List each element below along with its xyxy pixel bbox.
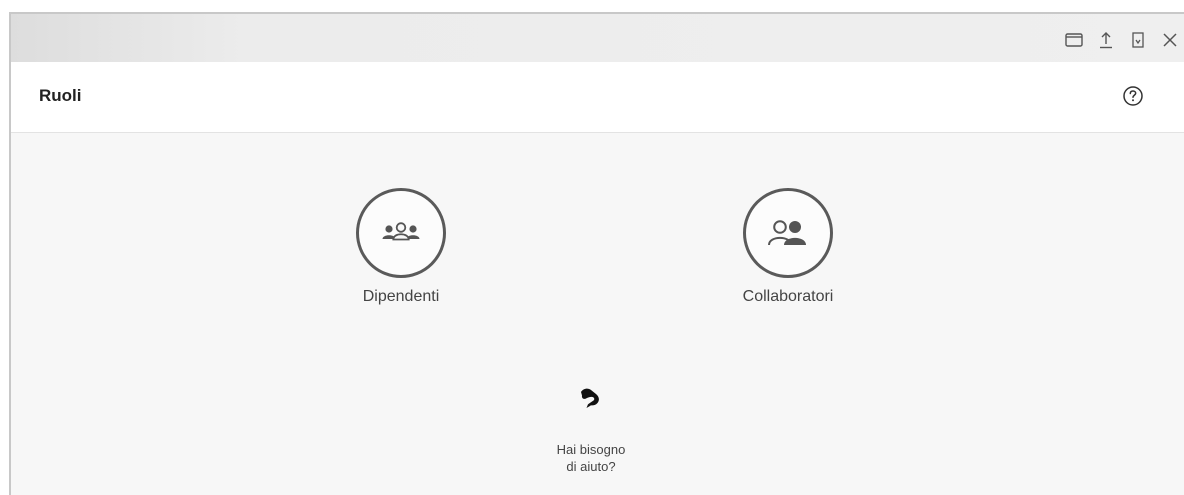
support-text: Hai bisogno di aiuto? — [541, 441, 641, 475]
role-icon-circle — [356, 188, 446, 278]
close-icon — [1163, 33, 1177, 47]
role-card-collaboratori[interactable]: Collaboratori — [698, 188, 878, 306]
role-icon-circle — [743, 188, 833, 278]
title-bar — [11, 14, 1184, 62]
role-label-dipendenti: Dipendenti — [362, 288, 440, 305]
window-icon — [1065, 33, 1083, 47]
upload-button[interactable] — [1092, 28, 1120, 52]
help-circle-icon — [1123, 86, 1143, 106]
help-button[interactable] — [1122, 85, 1144, 107]
maximize-button[interactable] — [1060, 28, 1088, 52]
support-text-line1: Hai bisogno — [556, 442, 626, 457]
bookmark-icon — [1132, 32, 1144, 48]
bookmark-button[interactable] — [1124, 28, 1152, 52]
app-window: Ruoli Dipendenti Collaboratori Hai bisog… — [9, 12, 1184, 495]
two-users-icon — [768, 220, 806, 246]
page-header: Ruoli — [11, 62, 1184, 133]
page-title: Ruoli — [39, 86, 82, 105]
group-users-icon — [382, 222, 420, 241]
role-card-dipendenti[interactable]: Dipendenti — [311, 188, 491, 306]
upload-icon — [1100, 32, 1112, 49]
support-text-line2: di aiuto? — [566, 459, 616, 474]
close-button[interactable] — [1156, 28, 1184, 52]
support-link[interactable]: Hai bisogno di aiuto? — [541, 386, 641, 475]
role-label-collaboratori: Collaboratori — [742, 288, 834, 305]
support-logo-icon — [581, 388, 599, 408]
window-controls — [1056, 28, 1184, 52]
